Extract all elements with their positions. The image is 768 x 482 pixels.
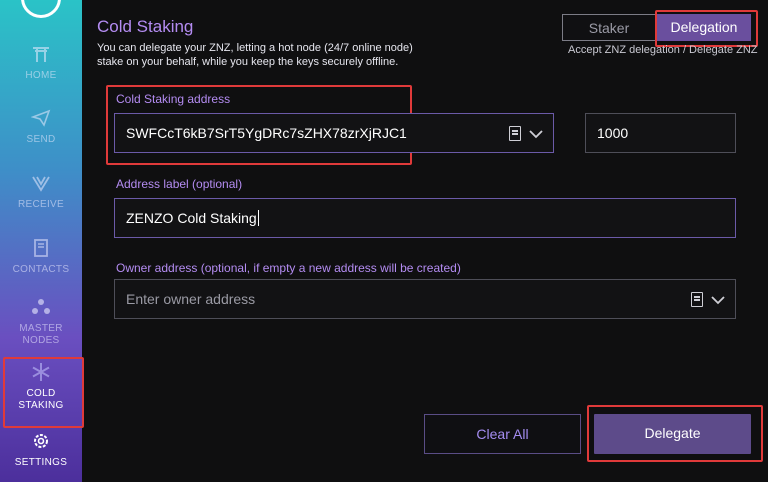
chevron-down-icon[interactable] [711,295,725,305]
tab-staker[interactable]: Staker [562,14,656,41]
owner-address-label: Owner address (optional, if empty a new … [116,261,461,275]
paper-plane-icon [31,109,51,127]
page-title: Cold Staking [97,17,194,36]
sidebar-item-label: CONTACTS [12,264,70,275]
sidebar-item-label: MASTER NODES [19,323,63,346]
sidebar-item-masternodes[interactable]: MASTER NODES [0,297,82,347]
sidebar-item-receive[interactable]: RECEIVE [0,173,82,211]
page-description: You can delegate your ZNZ, letting a hot… [97,42,413,68]
gear-icon [34,434,48,448]
sidebar-item-send[interactable]: SEND [0,108,82,146]
sidebar-item-home[interactable]: HOME [0,44,82,82]
address-label-value: ZENZO Cold Staking [126,210,257,226]
address-book-icon[interactable] [691,292,703,307]
tab-hint: Accept ZNZ delegation / Delegate ZNZ [568,44,758,56]
owner-address-placeholder: Enter owner address [126,291,256,307]
sidebar-item-label: RECEIVE [17,199,64,210]
sidebar-item-label: HOME [25,70,57,81]
sidebar-item-label: SETTINGS [14,457,68,468]
address-label-label: Address label (optional) [116,177,243,191]
clear-all-button[interactable]: Clear All [424,414,581,454]
torii-gate-icon [33,47,49,62]
cold-staking-highlight [3,357,84,428]
amount-value: 1000 [597,125,629,141]
address-book-icon [34,239,48,257]
sidebar-item-settings[interactable]: SETTINGS [0,431,82,469]
delegate-button-highlight [587,405,763,462]
owner-address-input[interactable]: Enter owner address [114,279,736,319]
nodes-icon [32,299,50,314]
amount-input[interactable]: 1000 [585,113,736,153]
cold-address-value: SWFCcT6kB7SrT5YgDRc7sZHX78zrXjRJC1 [126,125,407,141]
receive-v-icon [32,176,50,192]
address-book-icon[interactable] [509,126,521,141]
zenzo-logo [21,0,61,18]
sidebar-item-contacts[interactable]: CONTACTS [0,238,82,276]
address-label-input[interactable]: ZENZO Cold Staking [114,198,736,238]
text-cursor [257,210,259,226]
sidebar-item-label: SEND [26,134,56,145]
chevron-down-icon[interactable] [529,129,543,139]
delegation-tab-highlight [655,10,758,47]
cold-address-label: Cold Staking address [116,92,231,106]
cold-address-input[interactable]: SWFCcT6kB7SrT5YgDRc7sZHX78zrXjRJC1 [114,113,554,153]
